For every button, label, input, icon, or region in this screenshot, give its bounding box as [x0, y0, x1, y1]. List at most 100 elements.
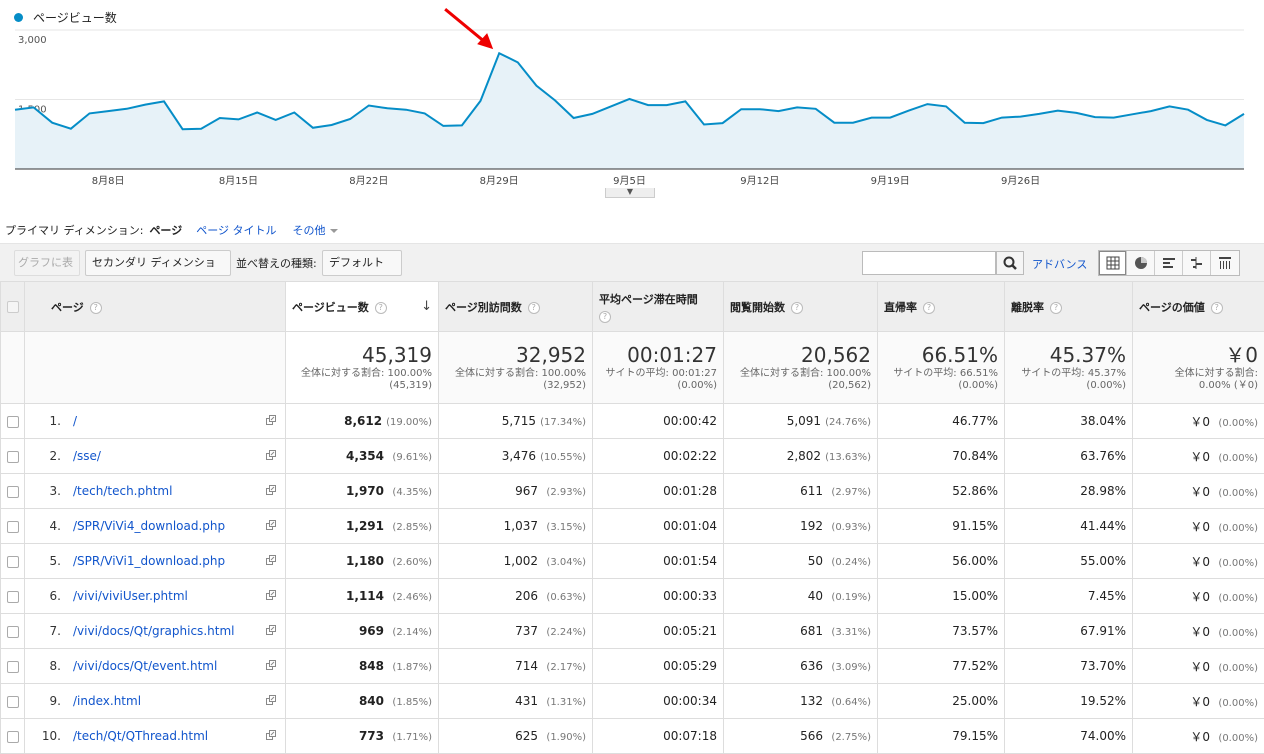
- row-checkbox[interactable]: [7, 450, 19, 463]
- row-checkbox[interactable]: [7, 415, 19, 428]
- bar-view-button[interactable]: [1155, 251, 1183, 275]
- help-icon[interactable]: ?: [374, 301, 387, 314]
- pages-table: ページ? ページビュー数? ↓ ページ別訪問数? 平均ページ滞在時間? 閲覧開始数…: [0, 281, 1264, 754]
- sort-type-dropdown[interactable]: デフォルト: [322, 250, 402, 289]
- help-icon[interactable]: ?: [527, 301, 540, 314]
- col-page[interactable]: ページ?: [24, 281, 286, 332]
- row-checkbox[interactable]: [7, 555, 19, 568]
- primary-dimension-bar: プライマリ ディメンション: ページ ページ タイトル その他: [5, 222, 354, 238]
- pageviews-value: 1,291: [346, 519, 384, 533]
- row-number: 3.: [49, 484, 61, 498]
- table-view-button[interactable]: [1099, 251, 1127, 275]
- pageviews-pct: (2.46%): [392, 592, 432, 603]
- avgtime-cell: 00:07:18: [592, 718, 724, 754]
- avgtime-value: 00:00:34: [663, 694, 717, 708]
- col-avg-time[interactable]: 平均ページ滞在時間?: [592, 281, 724, 332]
- plot-rows-button[interactable]: グラフに表示: [14, 250, 80, 293]
- help-icon[interactable]: ?: [923, 301, 935, 314]
- page-link[interactable]: /vivi/docs/Qt/event.html: [73, 659, 217, 673]
- page-link[interactable]: /vivi/docs/Qt/graphics.html: [73, 624, 234, 638]
- row-checkbox[interactable]: [7, 730, 19, 743]
- page-value-pct: (0.00%): [1218, 452, 1258, 464]
- page-link[interactable]: /tech/Qt/QThread.html: [73, 729, 208, 743]
- secondary-dimension-dropdown[interactable]: セカンダリ ディメンション: [85, 250, 231, 293]
- search-button[interactable]: [996, 251, 1024, 275]
- external-link-icon[interactable]: [266, 660, 277, 670]
- external-link-icon[interactable]: [266, 625, 277, 635]
- pageviews-value: 1,114: [346, 589, 384, 603]
- col-bounce-rate[interactable]: 直帰率?: [877, 281, 1005, 332]
- pageviews-pct: (4.35%): [392, 487, 432, 498]
- row-checkbox[interactable]: [7, 520, 19, 533]
- external-link-icon[interactable]: [266, 450, 277, 460]
- help-icon[interactable]: ?: [89, 301, 102, 314]
- page-value-pct: (0.00%): [1218, 522, 1258, 534]
- page-value: ￥0: [1190, 449, 1210, 464]
- page-link[interactable]: /vivi/viviUser.phtml: [73, 589, 188, 603]
- entrances-cell: 132 (0.64%): [723, 683, 878, 719]
- page-value-pct: (0.00%): [1218, 557, 1258, 569]
- page-link[interactable]: /SPR/ViVi4_download.php: [73, 519, 225, 533]
- page-link[interactable]: /sse/: [73, 449, 101, 463]
- table-search-input[interactable]: [862, 251, 996, 275]
- avgtime-cell: 00:00:33: [592, 578, 724, 614]
- col-page-value[interactable]: ページの価値?: [1132, 281, 1264, 332]
- row-checkbox[interactable]: [7, 625, 19, 638]
- row-checkbox[interactable]: [7, 485, 19, 498]
- col-exit-rate[interactable]: 離脱率?: [1004, 281, 1133, 332]
- external-link-icon[interactable]: [266, 520, 277, 530]
- col-unique-pageviews[interactable]: ページ別訪問数?: [438, 281, 593, 332]
- primary-dimension-other-link[interactable]: その他: [293, 222, 338, 238]
- comparison-view-button[interactable]: [1183, 251, 1211, 275]
- row-checkbox-cell: [0, 683, 25, 719]
- row-checkbox[interactable]: [7, 695, 19, 708]
- exit-value: 73.70%: [1080, 659, 1126, 673]
- entrances-cell: 5,091 (24.76%): [723, 403, 878, 439]
- pie-view-button[interactable]: [1127, 251, 1155, 275]
- total-sub: (0.00%): [1086, 380, 1126, 391]
- total-value: ￥0: [1225, 343, 1258, 367]
- help-icon[interactable]: ?: [1210, 301, 1223, 314]
- unique-cell: 5,715 (17.34%): [438, 403, 593, 439]
- entrances-pct: (2.97%): [831, 487, 871, 498]
- pageviews-pct: (2.85%): [392, 522, 432, 533]
- advanced-filter-link[interactable]: アドバンス: [1032, 256, 1087, 272]
- help-icon[interactable]: ?: [599, 310, 611, 323]
- entrances-cell: 566 (2.75%): [723, 718, 878, 754]
- sort-type-value: デフォルト: [329, 256, 384, 269]
- row-number: 4.: [49, 519, 61, 533]
- exit-cell: 73.70%: [1004, 648, 1133, 684]
- external-link-icon[interactable]: [266, 695, 277, 705]
- page-link[interactable]: /SPR/ViVi1_download.php: [73, 554, 225, 568]
- row-checkbox[interactable]: [7, 660, 19, 673]
- avgtime-value: 00:01:28: [663, 484, 717, 498]
- bounce-value: 25.00%: [952, 694, 998, 708]
- entrances-value: 636: [800, 659, 823, 673]
- entrances-cell: 681 (3.31%): [723, 613, 878, 649]
- help-icon[interactable]: ?: [1050, 301, 1062, 314]
- page-link[interactable]: /index.html: [73, 694, 141, 708]
- pageviews-pct: (1.87%): [392, 662, 432, 673]
- pivot-view-button[interactable]: [1211, 251, 1239, 275]
- grid-icon: [1106, 256, 1119, 270]
- row-checkbox[interactable]: [7, 590, 19, 603]
- primary-dimension-page-title-link[interactable]: ページ タイトル: [196, 222, 276, 238]
- external-link-icon[interactable]: [266, 730, 277, 740]
- select-all-checkbox[interactable]: [7, 301, 19, 313]
- page-value-pct: (0.00%): [1218, 487, 1258, 499]
- total-unique: 32,952 全体に対する割合: 100.00% (32,952): [438, 331, 593, 404]
- chart-collapse-toggle[interactable]: ▼: [605, 188, 655, 198]
- external-link-icon[interactable]: [266, 590, 277, 600]
- avgtime-cell: 00:05:29: [592, 648, 724, 684]
- external-link-icon[interactable]: [266, 415, 277, 425]
- help-icon[interactable]: ?: [791, 301, 803, 314]
- unique-pct: (0.63%): [546, 592, 586, 603]
- col-pageviews[interactable]: ページビュー数? ↓: [285, 281, 439, 332]
- page-link[interactable]: /: [73, 414, 77, 428]
- external-link-icon[interactable]: [266, 485, 277, 495]
- pivot-icon: [1219, 257, 1231, 269]
- page-link[interactable]: /tech/tech.phtml: [73, 484, 172, 498]
- col-entrances[interactable]: 閲覧開始数?: [723, 281, 878, 332]
- col-bounce-label: 直帰率: [884, 300, 917, 314]
- external-link-icon[interactable]: [266, 555, 277, 565]
